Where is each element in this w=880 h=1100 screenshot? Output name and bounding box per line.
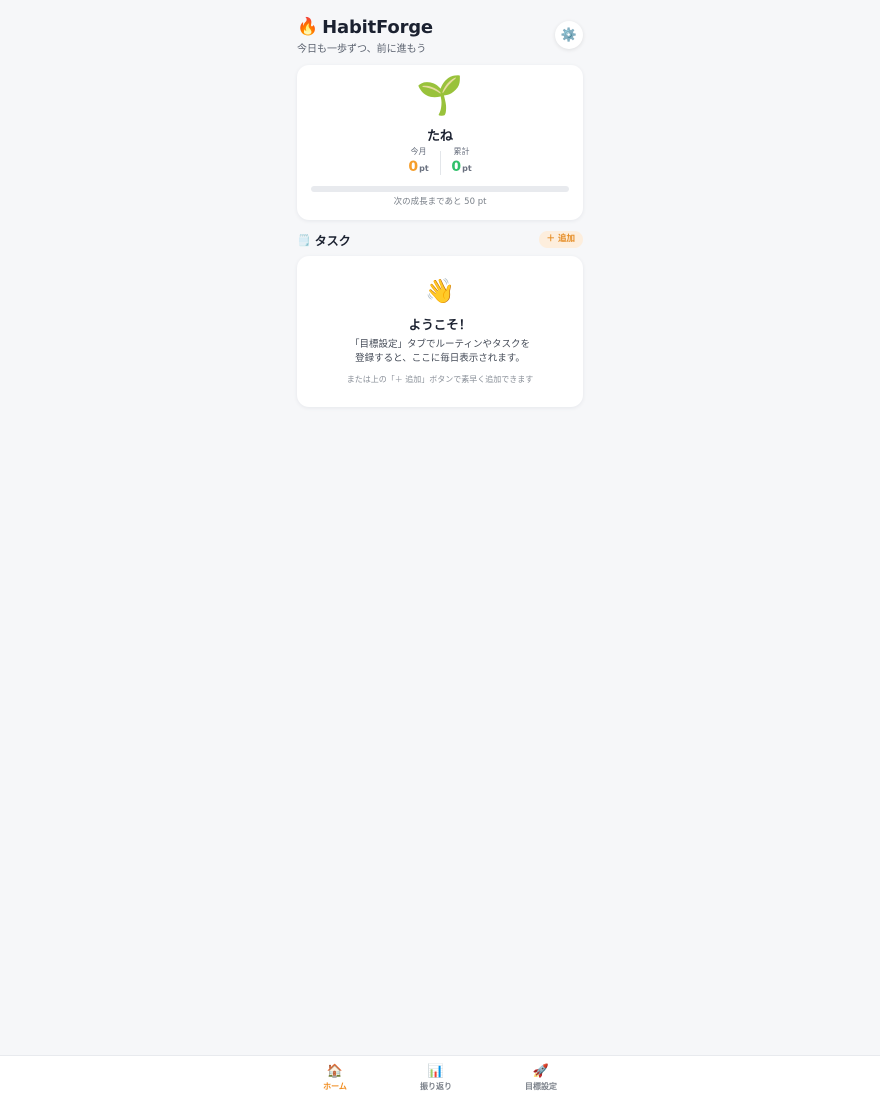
fire-icon: 🔥 <box>297 17 319 37</box>
growth-status-card: 🌱 たね 今月 0pt 累計 0pt 次の成長まであと 50 pt <box>297 65 583 220</box>
welcome-hint: または上の「＋ 追加」ボタンで素早く追加できます <box>346 375 534 384</box>
app-root: 🔥 HabitForge 今日も一歩ずつ、前に進もう ⚙️ 🌱 たね 今月 0p… <box>0 0 880 1100</box>
next-growth-text: 次の成長まであと 50 pt <box>393 197 487 207</box>
welcome-message-line1: 「目標設定」タブでルーティンやタスクを <box>350 339 530 350</box>
total-points-value: 0 <box>451 159 462 175</box>
task-section-header: 🗒️ タスク ＋ 追加 <box>297 230 583 250</box>
nav-item-goals[interactable]: 🚀 目標設定 <box>511 1064 571 1092</box>
month-points: 今月 0pt <box>398 147 440 177</box>
month-points-value: 0 <box>408 159 419 175</box>
task-section-label: タスク <box>314 234 351 248</box>
nav-item-home-label: ホーム <box>323 1082 347 1091</box>
total-points-value-row: 0pt <box>441 158 483 177</box>
total-points-unit: pt <box>462 164 472 173</box>
notepad-icon: 🗒️ <box>297 234 311 247</box>
main-column: 🔥 HabitForge 今日も一歩ずつ、前に進もう ⚙️ 🌱 たね 今月 0p… <box>297 0 583 407</box>
nav-item-review-label: 振り返り <box>420 1082 452 1091</box>
month-points-unit: pt <box>419 164 429 173</box>
welcome-message: 「目標設定」タブでルーティンやタスクを 登録すると、ここに毎日表示されます。 <box>297 338 583 366</box>
points-summary: 今月 0pt 累計 0pt <box>297 147 583 177</box>
add-task-button[interactable]: ＋ 追加 <box>538 231 583 248</box>
month-points-value-row: 0pt <box>398 158 440 177</box>
task-section-title: 🗒️ タスク <box>297 232 351 249</box>
app-title-row: 🔥 HabitForge <box>297 16 433 38</box>
welcome-message-line2: 登録すると、ここに毎日表示されます。 <box>355 353 525 364</box>
growth-progress-bar <box>311 186 569 192</box>
bar-chart-icon: 📊 <box>427 1064 445 1079</box>
rocket-icon: 🚀 <box>532 1064 550 1079</box>
gear-icon: ⚙️ <box>560 27 578 43</box>
seedling-icon: 🌱 <box>416 73 464 117</box>
welcome-title: ようこそ！ <box>408 317 472 332</box>
bottom-navigation: 🏠 ホーム 📊 振り返り 🚀 目標設定 <box>0 1055 880 1100</box>
nav-item-home[interactable]: 🏠 ホーム <box>305 1064 365 1092</box>
total-points-label: 累計 <box>453 147 470 156</box>
app-title: HabitForge <box>322 16 433 38</box>
waving-hand-icon: 👋 <box>425 277 455 305</box>
nav-item-goals-label: 目標設定 <box>525 1082 557 1091</box>
total-points: 累計 0pt <box>441 147 483 177</box>
month-points-label: 今月 <box>410 147 427 156</box>
house-icon: 🏠 <box>326 1064 344 1079</box>
settings-button[interactable]: ⚙️ <box>555 21 583 49</box>
header: 🔥 HabitForge 今日も一歩ずつ、前に進もう ⚙️ <box>297 0 583 64</box>
growth-stage-name: たね <box>426 129 453 144</box>
nav-item-review[interactable]: 📊 振り返り <box>406 1064 466 1092</box>
app-subtitle: 今日も一歩ずつ、前に進もう <box>297 44 427 55</box>
welcome-card: 👋 ようこそ！ 「目標設定」タブでルーティンやタスクを 登録すると、ここに毎日表… <box>297 256 583 407</box>
